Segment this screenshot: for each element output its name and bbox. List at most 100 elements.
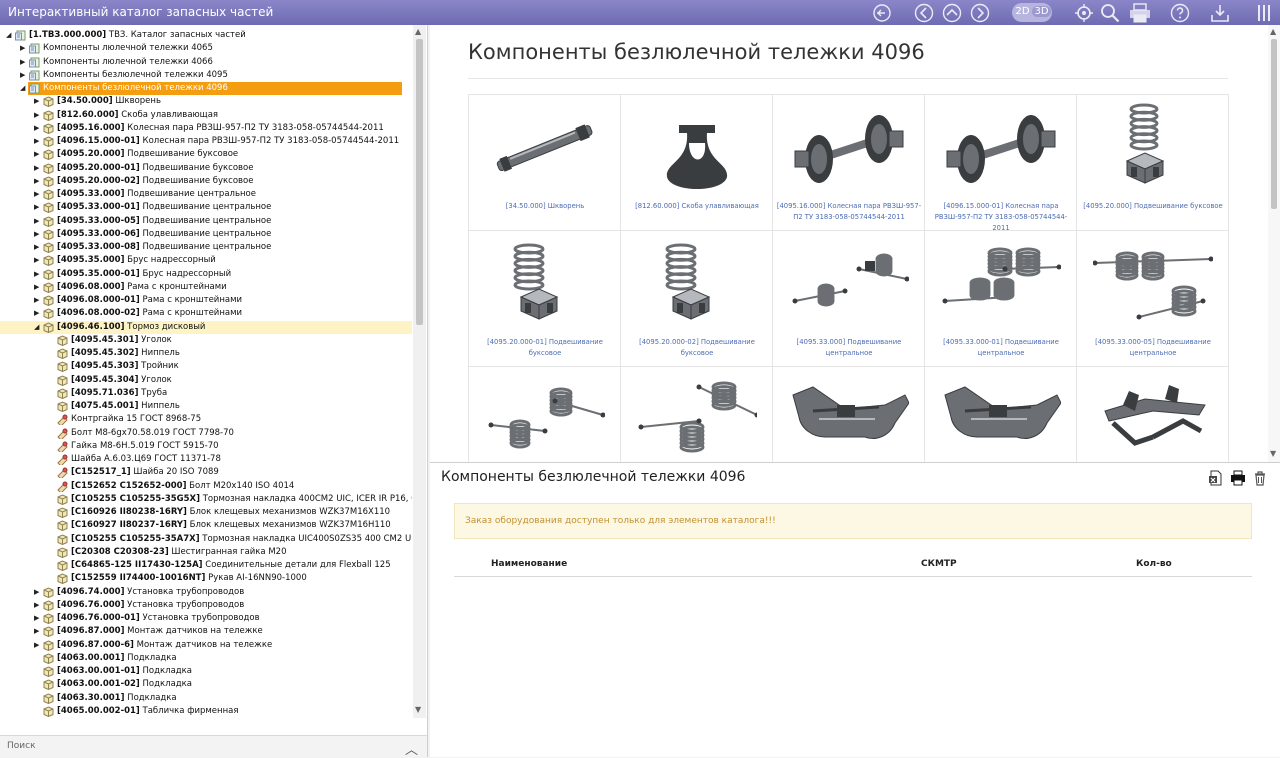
tree-row[interactable]: ▶ [34.50.000] Шкворень bbox=[0, 95, 412, 108]
catalog-item[interactable] bbox=[621, 367, 773, 462]
print-icon[interactable] bbox=[1128, 3, 1152, 23]
tree-row[interactable]: ▶ Компоненты люлечной тележки 4066 bbox=[0, 56, 412, 69]
view-scroll-thumb[interactable] bbox=[1271, 39, 1277, 209]
expand-arrow-icon[interactable]: ▶ bbox=[34, 201, 42, 214]
tree-row[interactable]: ▶ [4095.35.000] Брус надрессорный bbox=[0, 254, 412, 267]
expand-arrow-icon[interactable]: ▶ bbox=[20, 56, 28, 69]
tree-row[interactable]: Контргайка 15 ГОСТ 8968-75 bbox=[0, 413, 412, 427]
tree-row[interactable]: ◢ [4096.46.100] Тормоз дисковый bbox=[0, 320, 412, 334]
tree-row[interactable]: ▶ [4096.08.000-02] Рама с кронштейнами bbox=[0, 307, 412, 320]
tree-row[interactable]: [С152517_1] Шайба 20 ISO 7089 bbox=[0, 466, 412, 480]
tree-row[interactable]: [4095.45.301] Уголок bbox=[0, 334, 412, 347]
part-image[interactable] bbox=[485, 103, 605, 195]
item-caption-link[interactable]: [4095.33.000-01] Подвешивание центрально… bbox=[928, 337, 1074, 359]
expand-arrow-icon[interactable]: ▶ bbox=[34, 612, 42, 625]
catalog-item[interactable]: [4095.20.000-02] Подвешивание буксовое bbox=[621, 231, 773, 367]
tree-row[interactable]: [C152652 C152652-000] Болт М20х140 ISO 4… bbox=[0, 480, 412, 494]
tree-row[interactable]: [4095.45.304] Уголок bbox=[0, 374, 412, 387]
expand-arrow-icon[interactable]: ▶ bbox=[34, 162, 42, 175]
catalog-item[interactable]: [4095.33.000-01] Подвешивание центрально… bbox=[925, 231, 1077, 367]
item-caption-link[interactable]: [4095.33.000-05] Подвешивание центрально… bbox=[1080, 337, 1226, 359]
catalog-item[interactable] bbox=[1077, 367, 1229, 462]
up-icon[interactable] bbox=[942, 3, 962, 23]
forward-icon[interactable] bbox=[970, 3, 990, 23]
tree-row[interactable]: [C64865-125 II17430-125A] Соединительные… bbox=[0, 559, 412, 572]
expand-arrow-icon[interactable]: ▶ bbox=[34, 122, 42, 135]
tree-row[interactable]: [C20308 C20308-23] Шестигранная гайка М2… bbox=[0, 546, 412, 559]
part-image[interactable] bbox=[637, 239, 757, 331]
part-image[interactable] bbox=[789, 239, 910, 331]
tree-row[interactable]: [4095.45.303] Тройник bbox=[0, 360, 412, 373]
column-qty[interactable]: Кол-во bbox=[1136, 559, 1172, 569]
mode-3d[interactable]: 3D bbox=[1032, 6, 1051, 17]
search-panel[interactable]: Поиск ︿ bbox=[0, 735, 427, 758]
tree-row[interactable]: ▶ [4096.08.000-01] Рама с кронштейнами bbox=[0, 294, 412, 307]
part-image[interactable] bbox=[941, 103, 1061, 195]
tree-row[interactable]: ▶ [4095.20.000-02] Подвешивание буксовое bbox=[0, 175, 412, 188]
collapse-arrow-icon[interactable]: ◢ bbox=[34, 321, 42, 334]
tree-row[interactable]: ▶ [4095.20.000] Подвешивание буксовое bbox=[0, 148, 412, 161]
tree-row[interactable]: ▶ [4096.76.000-01] Установка трубопроводо… bbox=[0, 612, 412, 625]
tree-row[interactable]: [4075.45.001] Ниппель bbox=[0, 400, 412, 413]
print-icon[interactable] bbox=[1230, 470, 1246, 486]
tree-row[interactable]: ▶ [812.60.000] Скоба улавливающая bbox=[0, 109, 412, 122]
tree-row[interactable]: ▶ [4095.35.000-01] Брус надрессорный bbox=[0, 268, 412, 281]
tree-row[interactable]: [C152559 II74400-10016NT] Рукав AI-16NN9… bbox=[0, 572, 412, 585]
part-image[interactable] bbox=[1093, 103, 1213, 195]
part-image[interactable] bbox=[1092, 239, 1214, 331]
expand-arrow-icon[interactable]: ▶ bbox=[34, 241, 42, 254]
part-image[interactable] bbox=[485, 239, 605, 331]
tree-row[interactable]: ▶ [4095.33.000-06] Подвешивание центральн… bbox=[0, 228, 412, 241]
catalog-item[interactable]: [4095.16.000] Колесная пара РВЗШ-957-П2 … bbox=[773, 95, 925, 231]
tree-row[interactable]: ▶ [4096.87.000-6] Монтаж датчиков на теле… bbox=[0, 639, 412, 652]
tree-row[interactable]: [4065.00.002-01] Табличка фирменная bbox=[0, 705, 412, 718]
expand-arrow-icon[interactable]: ▶ bbox=[34, 586, 42, 599]
chevron-up-icon[interactable]: ︿ bbox=[405, 739, 418, 758]
tree-row[interactable]: ▶ [4095.33.000-01] Подвешивание центральн… bbox=[0, 201, 412, 214]
tree-row[interactable]: ▶ [4096.15.000-01] Колесная пара РВЗШ-957… bbox=[0, 135, 412, 148]
item-caption-link[interactable]: [4096.15.000-01] Колесная пара РВЗШ-957-… bbox=[928, 201, 1074, 234]
mode-2d[interactable]: 2D bbox=[1013, 6, 1032, 17]
expand-arrow-icon[interactable]: ▶ bbox=[34, 294, 42, 307]
expand-arrow-icon[interactable]: ▶ bbox=[34, 228, 42, 241]
item-caption-link[interactable]: [812.60.000] Скоба улавливающая bbox=[624, 201, 770, 212]
tree-row[interactable]: [4063.00.001-01] Подкладка bbox=[0, 665, 412, 678]
collapse-arrow-icon[interactable]: ◢ bbox=[20, 82, 28, 95]
tree-row[interactable]: ▶ [4096.87.000] Монтаж датчиков на тележк… bbox=[0, 625, 412, 638]
part-image[interactable] bbox=[637, 103, 757, 195]
expand-arrow-icon[interactable]: ▶ bbox=[34, 135, 42, 148]
part-image[interactable] bbox=[941, 239, 1062, 331]
tree-row[interactable]: ◢ Компоненты безлюлечной тележки 4096 bbox=[20, 82, 402, 95]
expand-arrow-icon[interactable]: ▶ bbox=[34, 599, 42, 612]
tree-scroll-thumb[interactable] bbox=[416, 39, 423, 325]
tree-row[interactable]: [4095.71.036] Труба bbox=[0, 387, 412, 400]
tree-row[interactable]: [4063.00.001] Подкладка bbox=[0, 652, 412, 665]
tree-row[interactable]: ◢ [1.ТВЗ.000.000] ТВЗ. Каталог запасных ч… bbox=[0, 29, 412, 42]
catalog-item[interactable]: [34.50.000] Шкворень bbox=[469, 95, 621, 231]
collapse-arrow-icon[interactable]: ◢ bbox=[6, 29, 14, 42]
expand-arrow-icon[interactable]: ▶ bbox=[20, 69, 28, 82]
item-caption-link[interactable]: [34.50.000] Шкворень bbox=[472, 201, 618, 212]
tree-row[interactable]: ▶ [4096.08.000] Рама с кронштейнами bbox=[0, 281, 412, 294]
expand-arrow-icon[interactable]: ▶ bbox=[34, 109, 42, 122]
excel-export-icon[interactable] bbox=[1208, 470, 1224, 486]
tree-row[interactable]: [4095.45.302] Ниппель bbox=[0, 347, 412, 360]
tree-row[interactable]: ▶ Компоненты люлечной тележки 4065 bbox=[0, 42, 412, 55]
part-image[interactable] bbox=[789, 103, 909, 195]
tree-row[interactable]: [C105255 C105255-35G5X] Тормозная наклад… bbox=[0, 493, 412, 506]
tree-row[interactable]: ▶ [4096.76.000] Установка трубопроводов bbox=[0, 599, 412, 612]
part-image[interactable] bbox=[1093, 375, 1213, 462]
expand-arrow-icon[interactable]: ▶ bbox=[20, 42, 28, 55]
expand-arrow-icon[interactable]: ▶ bbox=[34, 175, 42, 188]
tree-scrollbar[interactable]: ▲ ▼ bbox=[413, 25, 426, 718]
expand-arrow-icon[interactable]: ▶ bbox=[34, 281, 42, 294]
expand-arrow-icon[interactable]: ▶ bbox=[34, 268, 42, 281]
part-image[interactable] bbox=[485, 375, 606, 462]
catalog-item[interactable]: [4095.20.000] Подвешивание буксовое bbox=[1077, 95, 1229, 231]
item-caption-link[interactable]: [4095.20.000] Подвешивание буксовое bbox=[1080, 201, 1226, 212]
menu-icon[interactable] bbox=[1254, 3, 1274, 23]
view-mode-toggle[interactable]: 2D 3D bbox=[1012, 3, 1052, 22]
tree-row[interactable]: ▶ [4095.33.000-08] Подвешивание центральн… bbox=[0, 241, 412, 254]
item-caption-link[interactable]: [4095.16.000] Колесная пара РВЗШ-957-П2 … bbox=[776, 201, 922, 223]
tree-row[interactable]: [C160927 II80237-16RY] Блок клещевых мех… bbox=[0, 519, 412, 532]
